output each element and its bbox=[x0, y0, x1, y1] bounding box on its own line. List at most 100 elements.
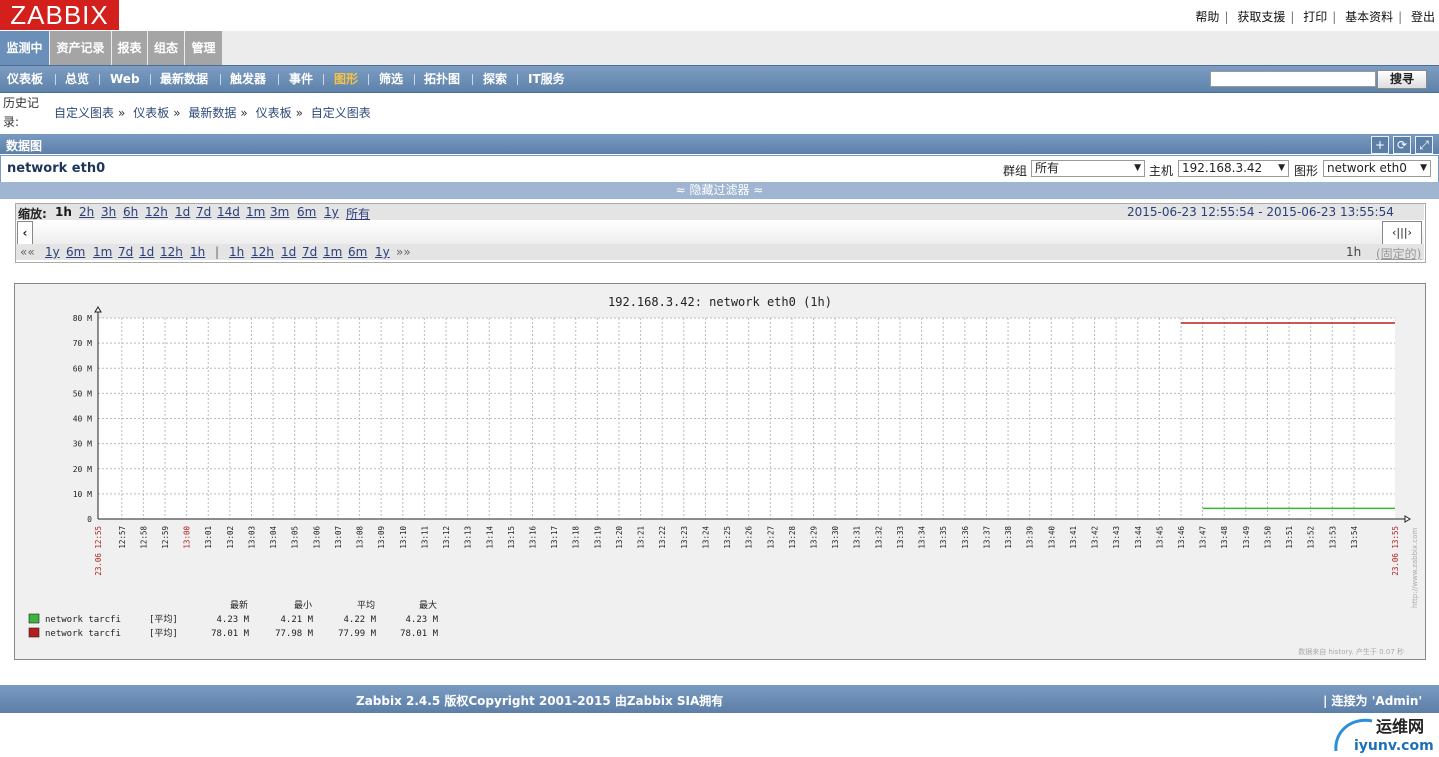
zoom-option-2h[interactable]: 2h bbox=[79, 205, 94, 219]
profile-link[interactable]: 基本资料 bbox=[1345, 10, 1393, 24]
divider bbox=[414, 74, 415, 85]
print-link[interactable]: 打印 bbox=[1303, 10, 1327, 24]
zoom-option-12h[interactable]: 12h bbox=[145, 205, 168, 219]
nav-back-12h[interactable]: 12h bbox=[160, 245, 183, 259]
breadcrumb-item[interactable]: 仪表板 bbox=[133, 106, 169, 120]
fullscreen-icon[interactable]: ⤢ bbox=[1415, 136, 1433, 154]
subnav-overview[interactable]: 总览 bbox=[65, 66, 89, 92]
zoom-option-1d[interactable]: 1d bbox=[175, 205, 190, 219]
x-tick-label: 13:21 bbox=[637, 526, 646, 549]
nav-back-7d[interactable]: 7d bbox=[118, 245, 133, 259]
breadcrumb-item[interactable]: 自定义图表 bbox=[311, 106, 371, 120]
divider bbox=[99, 74, 100, 85]
zoom-option-6m[interactable]: 6m bbox=[297, 205, 316, 219]
nav-forward-arrows: »» bbox=[396, 245, 411, 259]
nav-forward-1y[interactable]: 1y bbox=[375, 245, 390, 259]
tab-reports[interactable]: 报表 bbox=[112, 31, 147, 65]
zoom-option-3m[interactable]: 3m bbox=[270, 205, 289, 219]
tab-inventory[interactable]: 资产记录 bbox=[50, 31, 111, 65]
x-tick-label: 13:46 bbox=[1177, 526, 1186, 549]
tab-monitoring[interactable]: 监测中 bbox=[0, 31, 49, 65]
subnav-discovery[interactable]: 探索 bbox=[483, 66, 507, 92]
zoom-option-6h[interactable]: 6h bbox=[123, 205, 138, 219]
chevron-left-icon[interactable]: ‹ bbox=[17, 221, 33, 245]
legend-header: 平均 bbox=[357, 599, 375, 611]
zoom-option-7d[interactable]: 7d bbox=[196, 205, 211, 219]
x-tick-label: 13:31 bbox=[853, 526, 862, 549]
nav-forward-1h[interactable]: 1h bbox=[229, 245, 244, 259]
subnav-web[interactable]: Web bbox=[110, 66, 140, 92]
legend-header: 最新 bbox=[230, 599, 248, 611]
nav-back-1m[interactable]: 1m bbox=[93, 245, 112, 259]
chart-grid bbox=[94, 306, 1411, 523]
search-input[interactable] bbox=[1210, 71, 1376, 87]
logout-link[interactable]: 登出 bbox=[1411, 10, 1435, 24]
graph-select[interactable]: network eth0 ▼ bbox=[1323, 160, 1431, 177]
subnav-screens[interactable]: 筛选 bbox=[379, 66, 403, 92]
breadcrumb-item[interactable]: 最新数据 bbox=[188, 106, 236, 120]
hide-filter-toggle[interactable]: ≈ 隐藏过滤器 ≈ bbox=[0, 182, 1439, 199]
fixed-period-toggle[interactable]: (固定的) bbox=[1376, 245, 1421, 262]
x-tick-label: 13:02 bbox=[226, 526, 235, 549]
subnav-latest-data[interactable]: 最新数据 bbox=[160, 66, 208, 92]
zoom-option-3h[interactable]: 3h bbox=[101, 205, 116, 219]
divider bbox=[55, 74, 56, 85]
zabbix-logo[interactable]: ZABBIX bbox=[0, 0, 119, 30]
sub-nav: 仪表板 总览 Web 最新数据 触发器 事件 图形 筛选 拓扑图 探索 IT服务… bbox=[0, 65, 1439, 93]
zoom-option-14d[interactable]: 14d bbox=[217, 205, 240, 219]
section-header bbox=[0, 134, 1439, 154]
plus-icon[interactable]: + bbox=[1371, 136, 1389, 154]
breadcrumb-item[interactable]: 自定义图表 bbox=[54, 106, 114, 120]
zoom-option-1m[interactable]: 1m bbox=[246, 205, 265, 219]
graph-select-value: network eth0 bbox=[1327, 161, 1407, 175]
subnav-maps[interactable]: 拓扑图 bbox=[424, 66, 460, 92]
nav-back-1d[interactable]: 1d bbox=[139, 245, 154, 259]
support-link[interactable]: 获取支援 bbox=[1237, 10, 1285, 24]
chevron-down-icon: ▼ bbox=[1278, 163, 1285, 173]
legend-item-value: 77.99 M bbox=[338, 629, 377, 639]
legend-swatch bbox=[28, 613, 40, 624]
search-button[interactable]: 搜寻 bbox=[1377, 70, 1427, 89]
zoom-option-1y[interactable]: 1y bbox=[324, 205, 339, 219]
host-select[interactable]: 192.168.3.42 ▼ bbox=[1178, 160, 1289, 177]
nav-back-1h[interactable]: 1h bbox=[190, 245, 205, 259]
chevron-down-icon: ▼ bbox=[1420, 163, 1427, 173]
subnav-graphs[interactable]: 图形 bbox=[334, 66, 358, 92]
x-tick-label: 13:53 bbox=[1328, 526, 1337, 549]
graph-generation-note: 数据来自 history. 产生于 0.07 秒 bbox=[1298, 647, 1404, 656]
help-link[interactable]: 帮助 bbox=[1195, 10, 1219, 24]
breadcrumb-item[interactable]: 仪表板 bbox=[256, 106, 292, 120]
x-tick-label: 13:23 bbox=[680, 526, 689, 549]
nav-back-6m[interactable]: 6m bbox=[66, 245, 85, 259]
x-tick-label: 13:04 bbox=[269, 526, 278, 549]
subnav-it-services[interactable]: IT服务 bbox=[528, 66, 565, 92]
breadcrumb-separator: » bbox=[118, 106, 126, 120]
x-tick-label: 13:06 bbox=[312, 526, 321, 549]
nav-forward-12h[interactable]: 12h bbox=[251, 245, 274, 259]
timeline-scrollbar[interactable] bbox=[16, 220, 1424, 244]
subnav-events[interactable]: 事件 bbox=[289, 66, 313, 92]
group-select[interactable]: 所有 ▼ bbox=[1031, 160, 1145, 177]
legend-item-name: network tarcfi bbox=[45, 629, 121, 639]
zoom-option-1h[interactable]: 1h bbox=[55, 205, 72, 219]
y-tick-label: 20 M bbox=[73, 465, 92, 474]
nav-forward-7d[interactable]: 7d bbox=[302, 245, 317, 259]
watermark-line2: iyunv.com bbox=[1354, 738, 1434, 754]
nav-back-1y[interactable]: 1y bbox=[45, 245, 60, 259]
host-select-value: 192.168.3.42 bbox=[1182, 161, 1263, 175]
nav-forward-1d[interactable]: 1d bbox=[281, 245, 296, 259]
tab-configuration[interactable]: 组态 bbox=[148, 31, 184, 65]
nav-back-arrows: «« bbox=[20, 245, 35, 259]
subnav-triggers[interactable]: 触发器 bbox=[230, 66, 266, 92]
nav-forward-6m[interactable]: 6m bbox=[348, 245, 367, 259]
x-tick-label: 13:16 bbox=[528, 526, 537, 549]
host-label: 主机 bbox=[1149, 164, 1174, 178]
subnav-dashboard[interactable]: 仪表板 bbox=[7, 66, 43, 92]
nav-forward-1m[interactable]: 1m bbox=[323, 245, 342, 259]
x-tick-label: 13:52 bbox=[1307, 526, 1316, 549]
refresh-icon[interactable]: ⟳ bbox=[1393, 136, 1411, 154]
scrollbar-handle[interactable]: ‹|||› bbox=[1382, 221, 1422, 245]
y-tick-label: 40 M bbox=[73, 415, 92, 424]
legend-item-value: 4.21 M bbox=[280, 615, 313, 625]
tab-administration[interactable]: 管理 bbox=[185, 31, 222, 65]
